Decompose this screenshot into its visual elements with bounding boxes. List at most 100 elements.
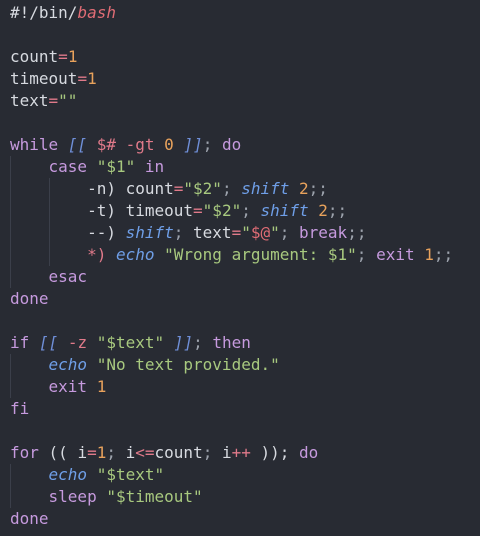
code-line[interactable]: count=1 [10, 46, 453, 68]
code-token: done [10, 289, 49, 308]
code-line[interactable]: timeout=1 [10, 68, 453, 90]
code-line[interactable] [10, 310, 453, 332]
code-line[interactable] [10, 24, 453, 46]
code-token: done [10, 509, 49, 528]
code-token: 1 [424, 245, 434, 264]
indent-guide [10, 178, 11, 200]
code-token: 1 [96, 377, 107, 396]
code-line[interactable]: done [10, 508, 453, 530]
code-token: do [299, 443, 319, 462]
code-token: #!/bin/ [10, 3, 78, 22]
code-token: while [10, 135, 68, 154]
code-token: ; [221, 179, 242, 198]
code-token: = [231, 223, 242, 242]
indent-guide [10, 244, 11, 266]
code-token: ; [106, 443, 126, 462]
code-token: ; [279, 223, 300, 242]
code-token: [[ [67, 135, 88, 154]
code-area[interactable]: #!/bin/bash count=1 timeout=1 text="" while … [10, 2, 453, 530]
code-token: 1 [96, 443, 107, 462]
code-token: fi [10, 399, 30, 418]
code-token: exit [48, 377, 97, 396]
code-token: <= [135, 443, 155, 462]
code-token: 0 [164, 135, 174, 154]
code-line[interactable]: for (( i=1; i<=count; i++ )); do [10, 442, 453, 464]
code-token: = [77, 69, 88, 88]
code-line[interactable]: case "$1" in [10, 156, 453, 178]
code-line[interactable] [10, 112, 453, 134]
code-line[interactable]: -n) count="$2"; shift 2;; [10, 178, 453, 200]
code-editor[interactable]: #!/bin/bash count=1 timeout=1 text="" while … [0, 0, 480, 536]
code-token: ; [356, 245, 377, 264]
code-line[interactable]: esac [10, 266, 453, 288]
code-token: ; [193, 333, 213, 352]
code-token: timeout [125, 201, 194, 220]
code-line[interactable]: echo "$text" [10, 464, 453, 486]
code-token: "Wrong argument: $1" [164, 245, 357, 264]
code-token: echo [48, 355, 88, 374]
code-token: = [193, 201, 203, 220]
code-token: 2 [318, 201, 328, 220]
code-token: "$timeout" [106, 487, 203, 506]
code-line[interactable]: -t) timeout="$2"; shift 2;; [10, 200, 453, 222]
code-token: ;; [347, 223, 367, 242]
code-token: exit [376, 245, 425, 264]
code-token: 1 [87, 69, 97, 88]
code-token: text [193, 223, 232, 242]
code-line[interactable]: sleep "$timeout" [10, 486, 453, 508]
code-line[interactable]: while [[ $# -gt 0 ]]; do [10, 134, 453, 156]
code-token: shift [260, 201, 309, 220]
code-token: -z [67, 333, 88, 352]
indent-guide [10, 376, 11, 398]
code-token: ]] [173, 333, 194, 352]
code-token: echo [115, 245, 155, 264]
code-line[interactable]: echo "No text provided." [10, 354, 453, 376]
code-line[interactable]: *) echo "Wrong argument: $1"; exit 1;; [10, 244, 453, 266]
indent-guide [10, 354, 11, 376]
code-token: 1 [67, 47, 78, 66]
code-line[interactable]: #!/bin/bash [10, 2, 453, 24]
code-token: i [125, 443, 136, 462]
code-token: then [212, 333, 251, 352]
code-token: ; [241, 201, 261, 220]
indent-guide [10, 266, 11, 288]
indent-guide [48, 200, 50, 222]
code-token: *) [87, 245, 116, 264]
code-token: "$1" [96, 157, 136, 176]
code-token: "" [58, 91, 78, 110]
code-token: timeout [10, 69, 78, 88]
code-token: count [125, 179, 174, 198]
code-token: --) [87, 223, 126, 242]
indent-guide [48, 222, 50, 244]
code-token: = [58, 47, 68, 66]
code-line[interactable]: --) shift; text="$@"; break;; [10, 222, 453, 244]
code-token: in [135, 157, 165, 176]
code-token: text [10, 91, 49, 110]
code-token: do [221, 135, 242, 154]
code-line[interactable]: done [10, 288, 453, 310]
code-line[interactable] [10, 420, 453, 442]
code-token: i [221, 443, 232, 462]
code-line[interactable]: fi [10, 398, 453, 420]
code-line[interactable]: exit 1 [10, 376, 453, 398]
code-token: "$2" [202, 201, 242, 220]
code-line[interactable]: if [[ -z "$text" ]]; then [10, 332, 453, 354]
code-line[interactable]: text="" [10, 90, 453, 112]
code-token: -gt [125, 135, 155, 154]
code-token: )); [250, 443, 300, 462]
code-token: 2 [299, 179, 309, 198]
code-token: " [270, 223, 280, 242]
